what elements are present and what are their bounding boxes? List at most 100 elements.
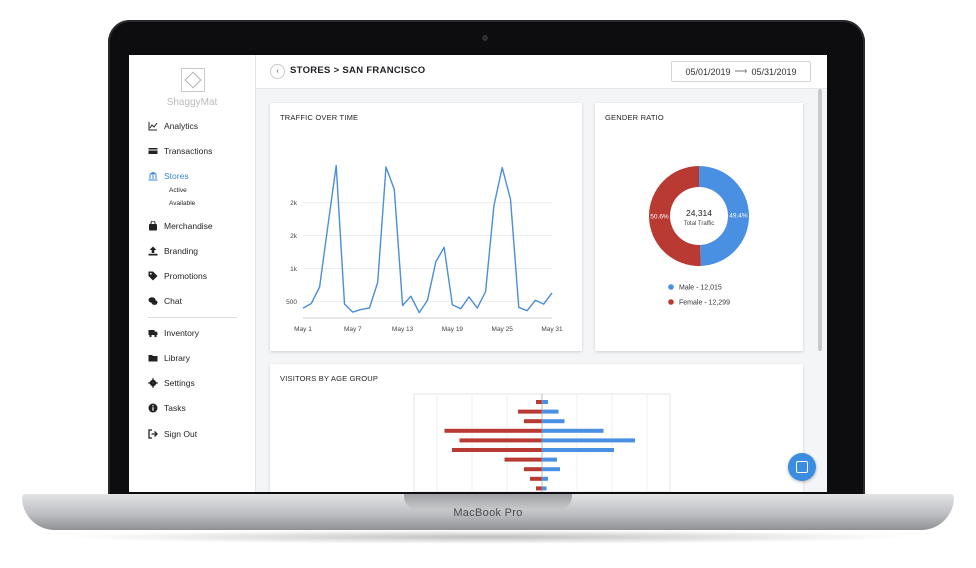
bar-female [536, 400, 542, 404]
breadcrumb: STORES > SAN FRANCISCO [290, 65, 426, 76]
sidebar-item-settings[interactable]: Settings [148, 375, 195, 391]
x-tick-label: May 31 [541, 326, 563, 333]
sidebar-item-label: Tasks [164, 403, 186, 413]
legend-swatch [668, 299, 674, 305]
x-tick-label: May 1 [294, 326, 312, 333]
y-tick-label: 1k [290, 266, 298, 273]
x-tick-label: May 7 [344, 326, 362, 333]
credit-card-icon [148, 146, 158, 156]
bar-male [542, 486, 547, 491]
bar-female [536, 486, 542, 491]
bar-male [542, 467, 560, 472]
sidebar-item-stores[interactable]: Stores [148, 168, 189, 184]
sidebar-subitem-active[interactable]: Active [169, 187, 187, 194]
bar-female [524, 467, 542, 472]
bar-male [542, 438, 635, 443]
sidebar-item-transactions[interactable]: Transactions [148, 143, 212, 159]
sidebar-item-branding[interactable]: Branding [148, 243, 198, 259]
sidebar-item-label: Chat [164, 296, 182, 306]
chevron-left-icon: ‹ [276, 68, 279, 75]
legend-label: Female - 12,299 [679, 300, 730, 307]
y-tick-label: 500 [286, 299, 297, 306]
chat-icon [148, 296, 158, 306]
bar-male [542, 428, 604, 433]
gender-card: GENDER RATIO 49.4% 50.6% 24,314 Total Traff… [595, 103, 803, 351]
sidebar-item-label: Merchandise [164, 221, 213, 231]
page-scrollbar[interactable] [818, 89, 822, 351]
legend-label: Male - 12,015 [679, 285, 722, 292]
folder-icon [148, 353, 158, 363]
camera-icon [482, 35, 488, 41]
bar-female [504, 457, 542, 462]
app-screen: ShaggyMat Analytics Transactions Stores … [129, 55, 827, 492]
laptop-shadow [60, 530, 916, 544]
slice-percent-label: 49.4% [729, 212, 748, 219]
bank-icon [148, 171, 158, 181]
back-button[interactable]: ‹ [270, 64, 285, 79]
sidebar-item-tasks[interactable]: Tasks [148, 400, 186, 416]
age-bar-chart [413, 393, 671, 492]
info-icon [148, 403, 158, 413]
tag-icon [148, 271, 158, 281]
sidebar-item-label: Sign Out [164, 429, 198, 439]
sidebar-item-merchandise[interactable]: Merchandise [148, 218, 213, 234]
sidebar-item-analytics[interactable]: Analytics [148, 118, 198, 134]
chart-line-icon [148, 121, 158, 131]
bar-male [542, 457, 557, 462]
y-tick-label: 2k [290, 200, 298, 207]
age-card: VISITORS BY AGE GROUP [270, 364, 803, 492]
x-tick-label: May 19 [442, 326, 464, 333]
gear-icon [148, 378, 158, 388]
sidebar-item-promotions[interactable]: Promotions [148, 268, 207, 284]
logo-icon [181, 68, 205, 92]
top-bar: ‹ STORES > SAN FRANCISCO 05/01/2019 ⟶ 05… [256, 55, 827, 89]
sidebar-item-inventory[interactable]: Inventory [148, 325, 199, 341]
gender-donut-chart: 49.4% 50.6% 24,314 Total Traffic Male - 12,0… [648, 166, 749, 307]
bar-female [518, 409, 542, 414]
bar-male [542, 400, 548, 404]
sidebar-item-label: Analytics [164, 121, 199, 131]
bar-male [542, 419, 565, 424]
traffic-card: TRAFFIC OVER TIME 500 1k 2k 2k May 1 May 7 May… [270, 103, 582, 351]
bar-female [530, 476, 542, 481]
sidebar-item-library[interactable]: Library [148, 350, 190, 366]
y-tick-label: 2k [290, 233, 298, 240]
sidebar-item-label: Library [164, 353, 190, 363]
chat-launcher-button[interactable] [788, 453, 816, 481]
bar-female [444, 428, 542, 433]
date-end: 05/31/2019 [751, 66, 797, 77]
date-start: 05/01/2019 [685, 66, 731, 77]
bag-icon [148, 220, 158, 231]
traffic-line-chart: 500 1k 2k 2k May 1 May 7 May 13 May 19 May 25 May… [286, 164, 563, 333]
date-range-picker[interactable]: 05/01/2019 ⟶ 05/31/2019 [671, 61, 811, 82]
device-label: MacBook Pro [453, 507, 523, 519]
sign-out-icon [148, 429, 158, 439]
sidebar-item-sign-out[interactable]: Sign Out [148, 426, 197, 442]
sidebar-subitem-available[interactable]: Available [169, 200, 195, 207]
arrow-right-icon: ⟶ [734, 66, 748, 76]
sidebar-item-label: Settings [164, 378, 195, 388]
bar-male [542, 409, 559, 414]
bar-male [542, 476, 548, 481]
sidebar-item-label: Branding [164, 246, 199, 256]
chat-bubble-icon [796, 461, 808, 473]
sidebar-item-chat[interactable]: Chat [148, 293, 182, 309]
sidebar: ShaggyMat Analytics Transactions Stores … [129, 55, 256, 492]
bar-female [459, 438, 542, 443]
bar-female [452, 448, 542, 452]
sidebar-item-label: Stores [164, 171, 189, 181]
bar-female [524, 419, 542, 424]
upload-icon [148, 246, 158, 256]
slice-percent-label: 50.6% [650, 214, 669, 221]
x-tick-label: May 13 [392, 326, 414, 333]
x-tick-label: May 25 [492, 326, 514, 333]
donut-center-value: 24,314 [686, 208, 712, 218]
traffic-series-line [302, 164, 553, 314]
donut-center-label: Total Traffic [684, 221, 715, 227]
sidebar-divider [148, 317, 237, 318]
brand-name: ShaggyMat [166, 97, 218, 108]
laptop-base: MacBook Pro [22, 494, 954, 530]
legend-swatch [668, 284, 674, 290]
bar-male [542, 448, 614, 452]
sidebar-item-label: Transactions [164, 146, 213, 156]
